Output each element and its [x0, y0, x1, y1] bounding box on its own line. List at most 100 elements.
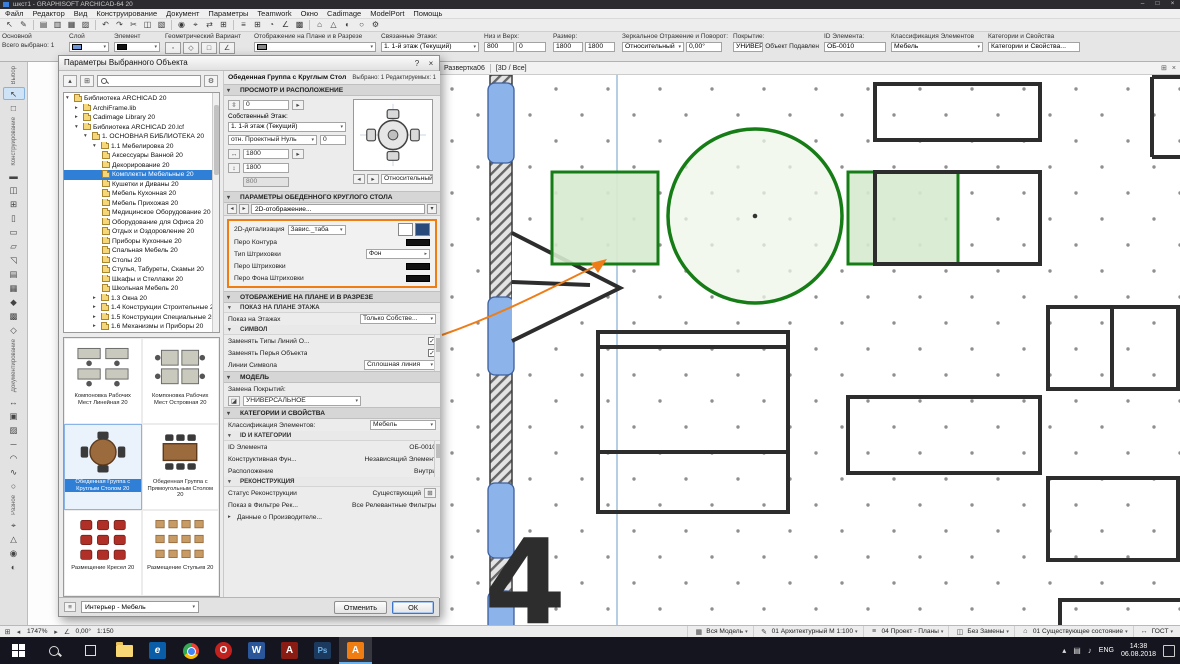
- dialog-close-button[interactable]: ×: [425, 58, 437, 69]
- file-explorer-button[interactable]: [108, 637, 141, 664]
- infobar-default-group[interactable]: Основной Всего выбрано: 1: [2, 33, 64, 60]
- edge-button[interactable]: e: [141, 637, 174, 664]
- pane-close-icon[interactable]: ×: [1172, 65, 1176, 72]
- tree-item[interactable]: 1.3 Окна 20: [64, 293, 219, 304]
- 2d-detail-dropdown[interactable]: Завис._таба ▾: [287, 224, 346, 235]
- network-icon[interactable]: ▤: [1073, 646, 1081, 655]
- menu-design[interactable]: Конструирование: [96, 9, 157, 18]
- rotation-field[interactable]: 0,00°: [686, 42, 722, 52]
- taskbar-search-button[interactable]: [36, 637, 72, 664]
- close-button[interactable]: ×: [1165, 0, 1180, 9]
- arrow-tool-icon[interactable]: [3, 20, 16, 31]
- beam-tool-icon[interactable]: ▭: [3, 225, 25, 238]
- tree-item[interactable]: 1.5 Конструкции Специальные 20: [64, 312, 219, 323]
- save-icon[interactable]: [65, 20, 78, 31]
- slab-tool-icon[interactable]: ▱: [3, 239, 25, 252]
- help-button[interactable]: ?: [411, 58, 423, 69]
- layer-dropdown[interactable]: ▾: [69, 42, 109, 52]
- hotspot-tool-icon[interactable]: ○: [3, 479, 25, 492]
- categories-button[interactable]: Категории и Свойства...: [988, 42, 1080, 52]
- zoom-icon[interactable]: [189, 20, 202, 31]
- symbol-scrollbar[interactable]: [434, 335, 440, 371]
- pane-split-icon[interactable]: ⊞: [1161, 64, 1167, 72]
- layers-icon[interactable]: [237, 20, 250, 31]
- width-field[interactable]: 1800: [243, 149, 289, 159]
- layer-combination-selector[interactable]: ≡ 04 Проект - Планы ▾: [862, 626, 949, 637]
- tree-item[interactable]: Мебель Прихожая 20: [64, 198, 219, 209]
- volume-icon[interactable]: ♪: [1088, 646, 1092, 655]
- quick-options-icon[interactable]: ⊞: [2, 628, 13, 636]
- tree-item[interactable]: 1.1 Мебелировка 20: [64, 141, 219, 152]
- preview-next-icon[interactable]: ▸: [367, 174, 379, 184]
- line-tool-icon[interactable]: ─: [3, 437, 25, 450]
- archicad-button[interactable]: A: [339, 637, 372, 664]
- marquee-tool-icon[interactable]: □: [3, 101, 25, 114]
- elevation-tool-icon[interactable]: △: [3, 532, 25, 545]
- dialog-title[interactable]: Параметры Выбранного Объекта: [59, 56, 439, 71]
- show-on-stories-dropdown[interactable]: Только Собстве... ▾: [360, 314, 436, 324]
- tree-item[interactable]: Библиотека ARCHICAD 20.lcf: [64, 122, 219, 133]
- tree-item[interactable]: Декорирование 20: [64, 160, 219, 171]
- mirror-mode-dropdown[interactable]: Относительный ▾: [622, 42, 684, 52]
- menu-teamwork[interactable]: Teamwork: [257, 9, 291, 18]
- classification-dropdown[interactable]: Мебель ▾: [891, 42, 983, 52]
- mesh-tool-icon[interactable]: ▦: [3, 281, 25, 294]
- stair-tool-icon[interactable]: ▤: [3, 267, 25, 280]
- zoom-minus-icon[interactable]: ◂: [13, 628, 24, 636]
- tree-item[interactable]: Библиотека ARCHICAD 20: [64, 94, 219, 104]
- object-2d-preview[interactable]: [353, 99, 433, 171]
- acrobat-button[interactable]: A: [273, 637, 306, 664]
- tree-scrollbar[interactable]: [212, 93, 219, 332]
- library-part[interactable]: Размещение Кресел 20: [64, 510, 142, 596]
- tray-expand-icon[interactable]: ▴: [1062, 646, 1066, 655]
- surface-override-dropdown[interactable]: УНИВЕРСАЛЬНОЕ ▾: [243, 396, 361, 406]
- folder-up-icon[interactable]: ▴: [63, 74, 77, 87]
- group-icon[interactable]: [293, 20, 306, 31]
- tab-prev-icon[interactable]: ◂: [227, 204, 237, 214]
- tree-item[interactable]: Аксессуары Ванной 20: [64, 151, 219, 161]
- tree-item[interactable]: Мебель Кухонная 20: [64, 189, 219, 199]
- stories-dropdown[interactable]: 1. 1-й этаж (Текущий) ▾: [381, 42, 479, 52]
- menu-edit[interactable]: Редактор: [32, 9, 64, 18]
- tree-item[interactable]: Оборудование для Офиса 20: [64, 217, 219, 228]
- preview-prev-icon[interactable]: ◂: [353, 174, 365, 184]
- magnet-icon[interactable]: [265, 20, 278, 31]
- section-categories-properties[interactable]: КАТЕГОРИИ И СВОЙСТВА: [224, 407, 440, 420]
- menu-view[interactable]: Вид: [74, 9, 88, 18]
- contour-pen-swatch[interactable]: [406, 238, 430, 246]
- datum-value-field[interactable]: 0: [320, 135, 346, 145]
- door-tool-icon[interactable]: ◫: [3, 183, 25, 196]
- elevation-field[interactable]: 0: [243, 100, 289, 110]
- menu-options[interactable]: Параметры: [208, 9, 248, 18]
- opera-button[interactable]: O: [207, 637, 240, 664]
- cut-icon[interactable]: [127, 20, 140, 31]
- menu-file[interactable]: Файл: [5, 9, 23, 18]
- open-icon[interactable]: [51, 20, 64, 31]
- tree-item[interactable]: ArchiFrame.lib: [64, 103, 219, 114]
- renovation-filter-value[interactable]: Все Релевантные Фильтры: [352, 502, 436, 509]
- redo-icon[interactable]: [113, 20, 126, 31]
- geometry-single-icon[interactable]: ◦: [165, 42, 181, 54]
- subsection-floor-plan-display[interactable]: ПОКАЗ НА ПЛАНЕ ЭТАЖА: [224, 303, 440, 313]
- library-part[interactable]: Компоновка Рабочих Мест Островная 20: [141, 338, 219, 424]
- top-value-field[interactable]: 0: [516, 42, 546, 52]
- photoshop-button[interactable]: Ps: [306, 637, 339, 664]
- arrow-tool-icon[interactable]: ↖: [2, 87, 25, 101]
- section-plan-and-section[interactable]: ОТОБРАЖЕНИЕ НА ПЛАНЕ И В РАЗРЕЗЕ: [224, 291, 440, 304]
- subsection-symbol[interactable]: СИМВОЛ: [224, 325, 440, 335]
- element-id-value[interactable]: ОБ-0010: [409, 444, 436, 451]
- size-b-field[interactable]: 1800: [585, 42, 615, 52]
- tree-item[interactable]: Спальная Мебель 20: [64, 246, 219, 256]
- fill-tool-icon[interactable]: ▨: [3, 423, 25, 436]
- geometry-diagonal-icon[interactable]: □: [201, 42, 217, 54]
- manufacturer-row[interactable]: Данные о Производителе...: [237, 514, 322, 521]
- tree-item[interactable]: 1. ОСНОВНАЯ БИБЛИОТЕКА 20: [64, 132, 219, 142]
- view-tab[interactable]: Развертка06: [444, 65, 485, 72]
- find-select-icon[interactable]: [175, 20, 188, 31]
- library-part[interactable]: Размещение Стульев 20: [141, 510, 219, 596]
- ok-button[interactable]: ОК: [392, 600, 434, 614]
- section-preview-position[interactable]: ПРОСМОТР И РАСПОЛОЖЕНИЕ: [224, 84, 440, 97]
- rotation-value[interactable]: 0,00°: [73, 628, 94, 635]
- wall-tool-icon[interactable]: ▬: [3, 169, 25, 182]
- geometry-rotated-icon[interactable]: ◇: [183, 42, 199, 54]
